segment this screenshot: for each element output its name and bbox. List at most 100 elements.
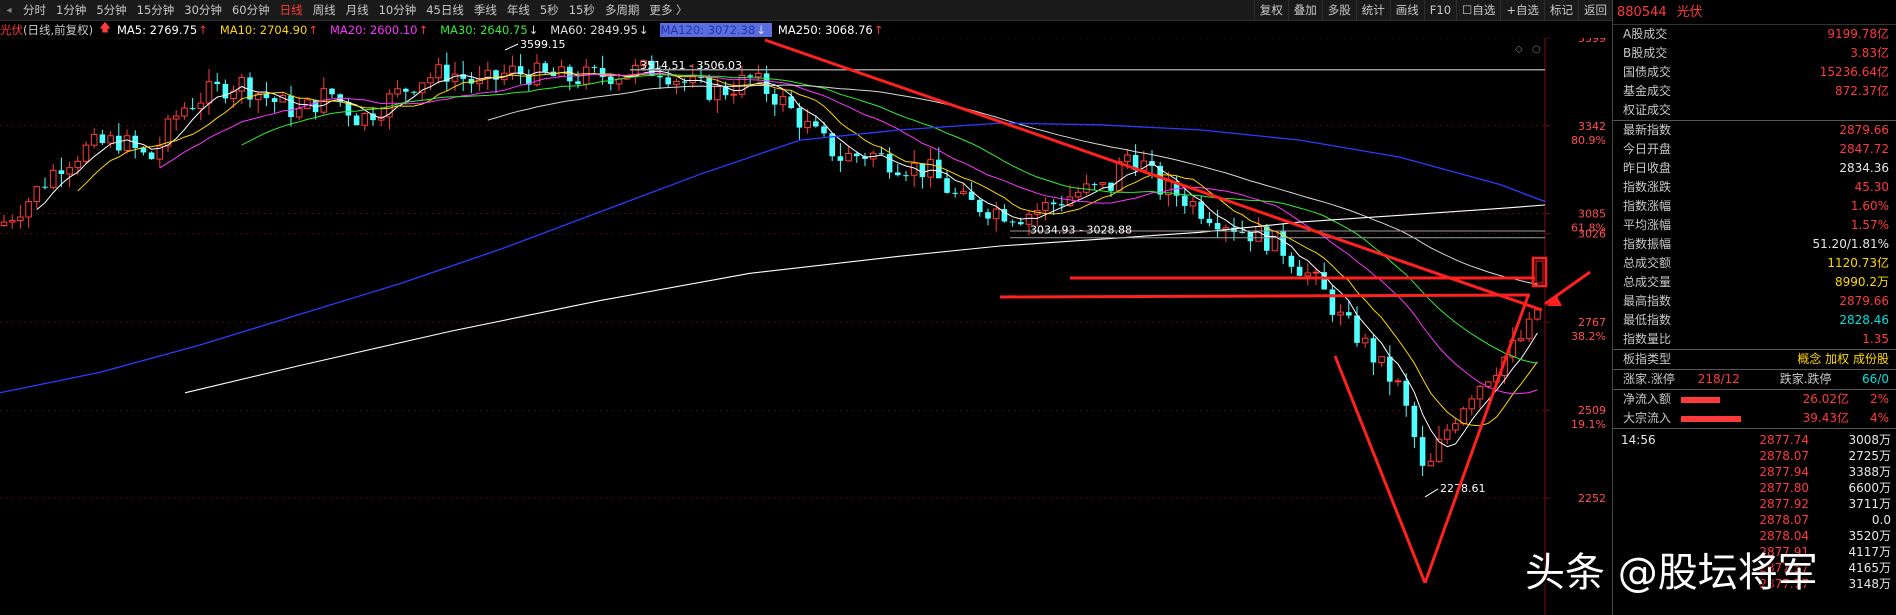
stat-label: 指数振幅 (1623, 237, 1672, 251)
tab-period-13[interactable]: 5秒 (535, 0, 564, 20)
tab-period-16[interactable]: 更多 〉 (644, 0, 692, 20)
turnover-row: 国债成交 15236.64亿 (1613, 63, 1896, 82)
candle-body (0, 221, 8, 227)
flow-label: 净流入额 (1623, 392, 1672, 406)
candle-body (1329, 289, 1336, 315)
flow-pct: 2% (1869, 392, 1889, 406)
stat-label: 指数涨幅 (1623, 199, 1672, 213)
ma-label: MA10: 2704.90 (219, 22, 308, 37)
tick-price: 2878.07 (1759, 513, 1809, 527)
candle-body (263, 93, 270, 99)
candle-body (1099, 182, 1107, 185)
y-tick-label: 3085 (1578, 208, 1606, 221)
candle-body (1115, 161, 1123, 192)
tick-volume: 3148万 (1848, 577, 1891, 591)
candle-body (205, 81, 213, 104)
candle-body (460, 74, 466, 79)
tab-period-12[interactable]: 年线 (502, 0, 535, 20)
chart-mode: (日线,前复权) (23, 22, 94, 37)
tab-period-5[interactable]: 60分钟 (227, 0, 275, 20)
tick-price: 2877.74 (1759, 433, 1809, 447)
diamond-icon: ◇ (1515, 44, 1523, 55)
tab-period-2[interactable]: 5分钟 (91, 0, 131, 20)
tab-period-4[interactable]: 30分钟 (179, 0, 227, 20)
candle-body (944, 178, 950, 193)
stat-label: 最高指数 (1623, 294, 1672, 308)
candle-body (329, 88, 335, 95)
kline-chart[interactable]: 3599334280.9%308561.8%3026276738.2%25091… (0, 38, 1612, 615)
y-tick-label: 3026 (1578, 228, 1606, 241)
candle-body (558, 66, 565, 77)
tick-row: 2877.80 6600万 (1613, 480, 1896, 496)
tool-button-0[interactable]: 复权 (1253, 0, 1288, 20)
candle-body (1354, 315, 1360, 343)
candle-body (181, 107, 188, 117)
candle-body (49, 169, 57, 188)
candle-body (903, 175, 909, 177)
candle-body (1534, 309, 1541, 320)
stat-value: 2828.46 (1839, 313, 1889, 327)
menu-arrow-icon[interactable]: ◂ (0, 1, 18, 19)
flow-bar (1671, 390, 1779, 409)
tick-time (1621, 464, 1701, 480)
candle-body (361, 112, 369, 126)
index-type-value[interactable]: 概念 加权 成份股 (1797, 350, 1889, 369)
tool-button-7[interactable]: +自选 (1500, 0, 1544, 20)
candle-body (509, 65, 516, 74)
tick-time (1621, 448, 1701, 464)
tool-button-5[interactable]: F10 (1423, 0, 1456, 20)
stat-row: 最高指数 2879.66 (1613, 292, 1896, 311)
tab-period-3[interactable]: 15分钟 (132, 0, 180, 20)
candle-body (1288, 255, 1295, 267)
tab-period-8[interactable]: 月线 (341, 0, 374, 20)
tab-period-10[interactable]: 45日线 (421, 0, 469, 20)
candle-body (411, 91, 417, 93)
tool-button-6[interactable]: ☐自选 (1456, 0, 1500, 20)
candle-body (1476, 385, 1484, 400)
candle-body (1525, 318, 1533, 340)
candle-body (8, 220, 16, 223)
tab-period-11[interactable]: 季线 (469, 0, 502, 20)
tool-button-3[interactable]: 统计 (1355, 0, 1390, 20)
mode-arrow-icon: 🡅 (99, 20, 111, 34)
tick-row: 2878.07 0.0 (1613, 512, 1896, 528)
tool-button-8[interactable]: 标记 (1544, 0, 1578, 20)
stat-label: 最低指数 (1623, 313, 1672, 327)
tool-button-2[interactable]: 多股 (1321, 0, 1356, 20)
flow-label: 大宗流入 (1623, 411, 1672, 425)
tick-time (1621, 512, 1701, 528)
candle-body (189, 108, 196, 110)
tab-period-6[interactable]: 日线 (275, 0, 308, 20)
tool-button-9[interactable]: 返回 (1578, 0, 1612, 20)
tab-period-0[interactable]: 分时 (18, 0, 51, 20)
turnover-value: 872.37亿 (1835, 84, 1889, 98)
tool-button-4[interactable]: 画线 (1389, 0, 1424, 20)
candle-body (1468, 398, 1476, 410)
stat-label: 总成交量 (1623, 275, 1672, 289)
candle-body (1198, 201, 1204, 219)
tab-period-7[interactable]: 周线 (308, 0, 341, 20)
tool-button-1[interactable]: 叠加 (1287, 0, 1322, 20)
turnover-row: 权证成交 (1613, 101, 1896, 120)
tab-period-15[interactable]: 多周期 (600, 0, 645, 20)
tab-period-14[interactable]: 15秒 (564, 0, 600, 20)
stat-value: 1.60% (1850, 199, 1889, 213)
ma-label: MA60: 2849.95 (550, 22, 638, 37)
candle-body (673, 80, 680, 85)
tab-period-1[interactable]: 1分钟 (51, 0, 91, 20)
candle-body (1124, 154, 1131, 163)
flow-row: 大宗流入 39.43亿 4% (1613, 409, 1896, 428)
tick-time (1621, 480, 1701, 496)
candle-body (878, 153, 885, 155)
up-value: 218/12 (1697, 372, 1740, 386)
candle-body (90, 133, 98, 146)
candle-body (42, 186, 48, 188)
candle-body (936, 159, 942, 179)
stat-row: 昨日收盘 2834.36 (1613, 159, 1896, 178)
tick-volume: 6600万 (1848, 481, 1891, 495)
y-tick-label: 2252 (1578, 492, 1606, 505)
candle-body (288, 95, 294, 117)
tick-time: 14:56 (1621, 433, 1656, 447)
tab-period-9[interactable]: 10分钟 (374, 0, 422, 20)
candle-body (1321, 272, 1327, 290)
